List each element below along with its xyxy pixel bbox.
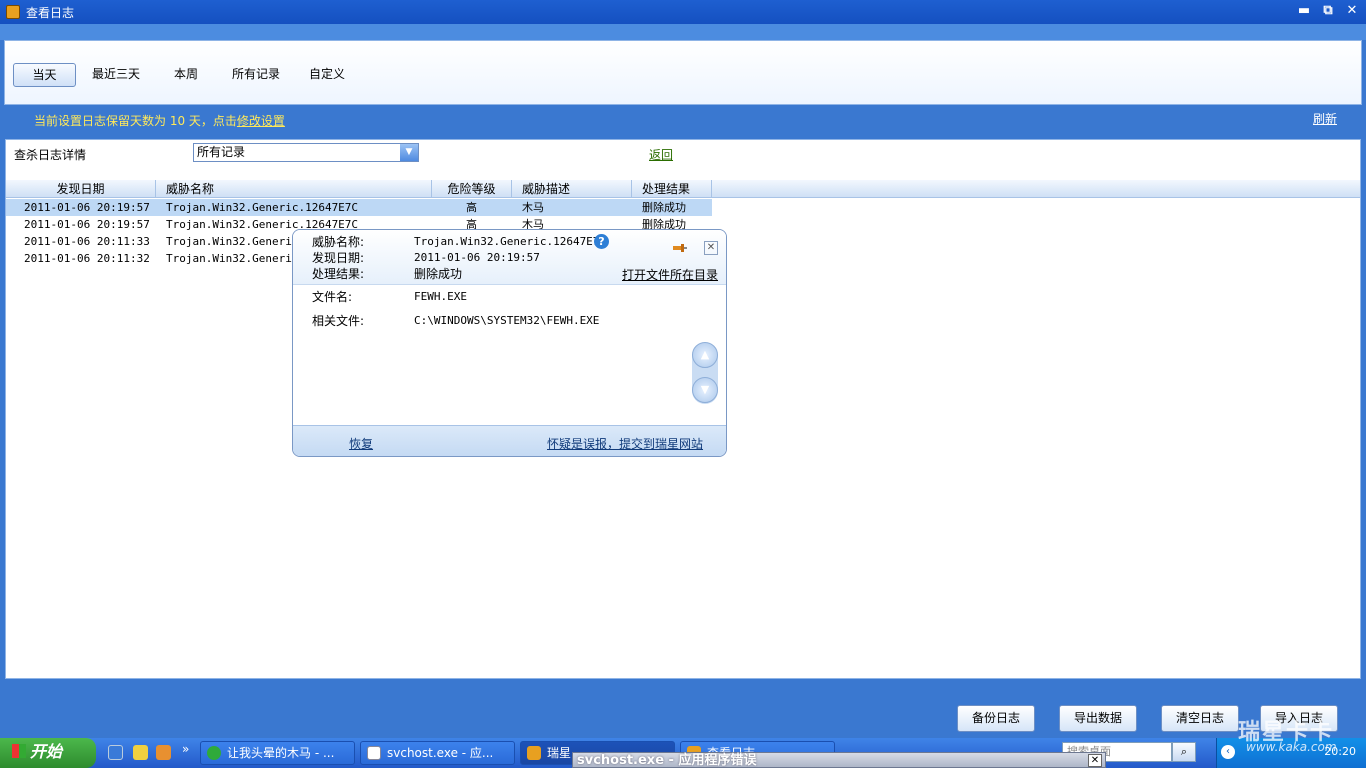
row-description: 木马 [522, 201, 544, 214]
column-header-level[interactable]: 危险等级 [432, 180, 512, 198]
rising-logo-icon [6, 5, 20, 19]
taskbar-item-label: 让我头晕的木马 - ... [227, 746, 335, 760]
popup-footer: 恢复 怀疑是误报，提交到瑞星网站 [293, 425, 726, 456]
related-file-value: C:\WINDOWS\SYSTEM32\FEWH.EXE [414, 314, 600, 327]
close-icon[interactable]: ✕ [704, 241, 718, 255]
table-header: 发现日期 威胁名称 危险等级 威胁描述 处理结果 [6, 180, 1360, 198]
column-header-description[interactable]: 威胁描述 [512, 180, 632, 198]
related-file-label: 相关文件: [312, 314, 365, 328]
rising-quicklaunch-icon[interactable] [156, 745, 171, 760]
column-header-result[interactable]: 处理结果 [632, 180, 712, 198]
threat-name-value: Trojan.Win32.Generic.12647E7C [414, 235, 607, 248]
window-icon [367, 746, 381, 760]
scroll-down-icon[interactable]: ▼ [692, 377, 718, 403]
error-dialog-title: svchost.exe - 应用程序错误 [577, 753, 757, 768]
windows-logo-icon [12, 744, 26, 758]
row-threat-name: Trojan.Win32.Generic. [166, 235, 306, 248]
threat-detail-popup: 威胁名称: Trojan.Win32.Generic.12647E7C ? ✕ … [292, 229, 727, 457]
record-type-select[interactable]: 所有记录 ▼ [193, 143, 419, 162]
popup-header: 威胁名称: Trojan.Win32.Generic.12647E7C ? ✕ … [293, 230, 726, 285]
explorer-icon[interactable] [133, 745, 148, 760]
watermark-url: www.kaka.com [1246, 740, 1337, 754]
row-date: 2011-01-06 20:11:33 [24, 235, 150, 248]
file-name-value: FEWH.EXE [414, 290, 467, 303]
date-filter-panel: 当天 最近三天 本周 所有记录 自定义 [4, 40, 1362, 105]
result-label: 处理结果: [312, 267, 365, 281]
backup-log-button[interactable]: 备份日志 [957, 705, 1035, 732]
row-date: 2011-01-06 20:11:32 [24, 252, 150, 265]
record-type-select-value: 所有记录 [197, 145, 246, 159]
rising-logo-icon [527, 746, 541, 760]
browser-icon [207, 746, 221, 760]
ie-icon[interactable] [108, 745, 123, 760]
file-name-label: 文件名: [312, 290, 353, 304]
filter-this-week-button[interactable]: 本周 [166, 63, 206, 87]
column-header-threat-name[interactable]: 威胁名称 [156, 180, 432, 198]
window-title: 查看日志 [26, 5, 75, 20]
tray-expand-icon[interactable]: ‹ [1221, 745, 1235, 759]
restore-button[interactable]: ⧉ [1320, 3, 1336, 19]
modify-settings-link[interactable]: 修改设置 [237, 114, 285, 128]
column-header-date[interactable]: 发现日期 [6, 180, 156, 198]
row-threat-name: Trojan.Win32.Generic. [166, 252, 306, 265]
title-bar: 查看日志 ▬ ⧉ ✕ [0, 0, 1366, 24]
scroll-up-icon[interactable]: ▲ [692, 342, 718, 368]
row-threat-name: Trojan.Win32.Generic.12647E7C [166, 201, 359, 214]
taskbar-item-label: svchost.exe - 应... [387, 746, 494, 760]
quicklaunch-more-icon[interactable]: » [182, 742, 189, 756]
error-dialog-titlebar[interactable]: svchost.exe - 应用程序错误 ✕ [572, 752, 1106, 768]
filter-today-button[interactable]: 当天 [13, 63, 76, 87]
chevron-down-icon[interactable]: ▼ [400, 144, 418, 161]
taskbar-item-svchost[interactable]: svchost.exe - 应... [360, 741, 515, 765]
pin-icon[interactable] [673, 243, 687, 253]
filter-last-three-days-button[interactable]: 最近三天 [84, 63, 148, 87]
restore-link[interactable]: 恢复 [349, 435, 373, 452]
filter-all-records-button[interactable]: 所有记录 [224, 63, 288, 87]
open-file-location-link[interactable]: 打开文件所在目录 [622, 266, 718, 283]
filter-custom-button[interactable]: 自定义 [301, 63, 353, 87]
row-result: 删除成功 [642, 201, 686, 214]
window-controls: ▬ ⧉ ✕ [1296, 3, 1360, 19]
taskbar-item-browser[interactable]: 让我头晕的木马 - ... [200, 741, 355, 765]
table-row[interactable]: 2011-01-06 20:19:57 Trojan.Win32.Generic… [6, 199, 712, 216]
start-button[interactable]: 开始 [0, 738, 96, 768]
report-false-positive-link[interactable]: 怀疑是误报，提交到瑞星网站 [547, 435, 703, 452]
row-date: 2011-01-06 20:19:57 [24, 201, 150, 214]
minimize-button[interactable]: ▬ [1296, 3, 1312, 19]
found-date-value: 2011-01-06 20:19:57 [414, 251, 540, 264]
close-button[interactable]: ✕ [1344, 3, 1360, 19]
threat-name-label: 威胁名称: [312, 235, 365, 249]
row-level: 高 [466, 201, 477, 214]
close-icon[interactable]: ✕ [1088, 754, 1102, 767]
result-value: 删除成功 [414, 267, 463, 281]
refresh-link[interactable]: 刷新 [1313, 110, 1337, 127]
back-link[interactable]: 返回 [649, 146, 673, 163]
header-strip [0, 24, 1366, 40]
found-date-label: 发现日期: [312, 251, 365, 265]
clear-log-button[interactable]: 清空日志 [1161, 705, 1239, 732]
retention-notice: 当前设置日志保留天数为 10 天，点击修改设置 [34, 112, 285, 129]
retention-notice-text: 当前设置日志保留天数为 10 天，点击 [34, 114, 237, 128]
row-date: 2011-01-06 20:19:57 [24, 218, 150, 231]
search-icon[interactable]: ⌕ [1172, 742, 1196, 762]
start-label: 开始 [30, 742, 63, 761]
detail-label: 查杀日志详情 [14, 148, 87, 162]
help-icon[interactable]: ? [594, 234, 609, 249]
export-data-button[interactable]: 导出数据 [1059, 705, 1137, 732]
